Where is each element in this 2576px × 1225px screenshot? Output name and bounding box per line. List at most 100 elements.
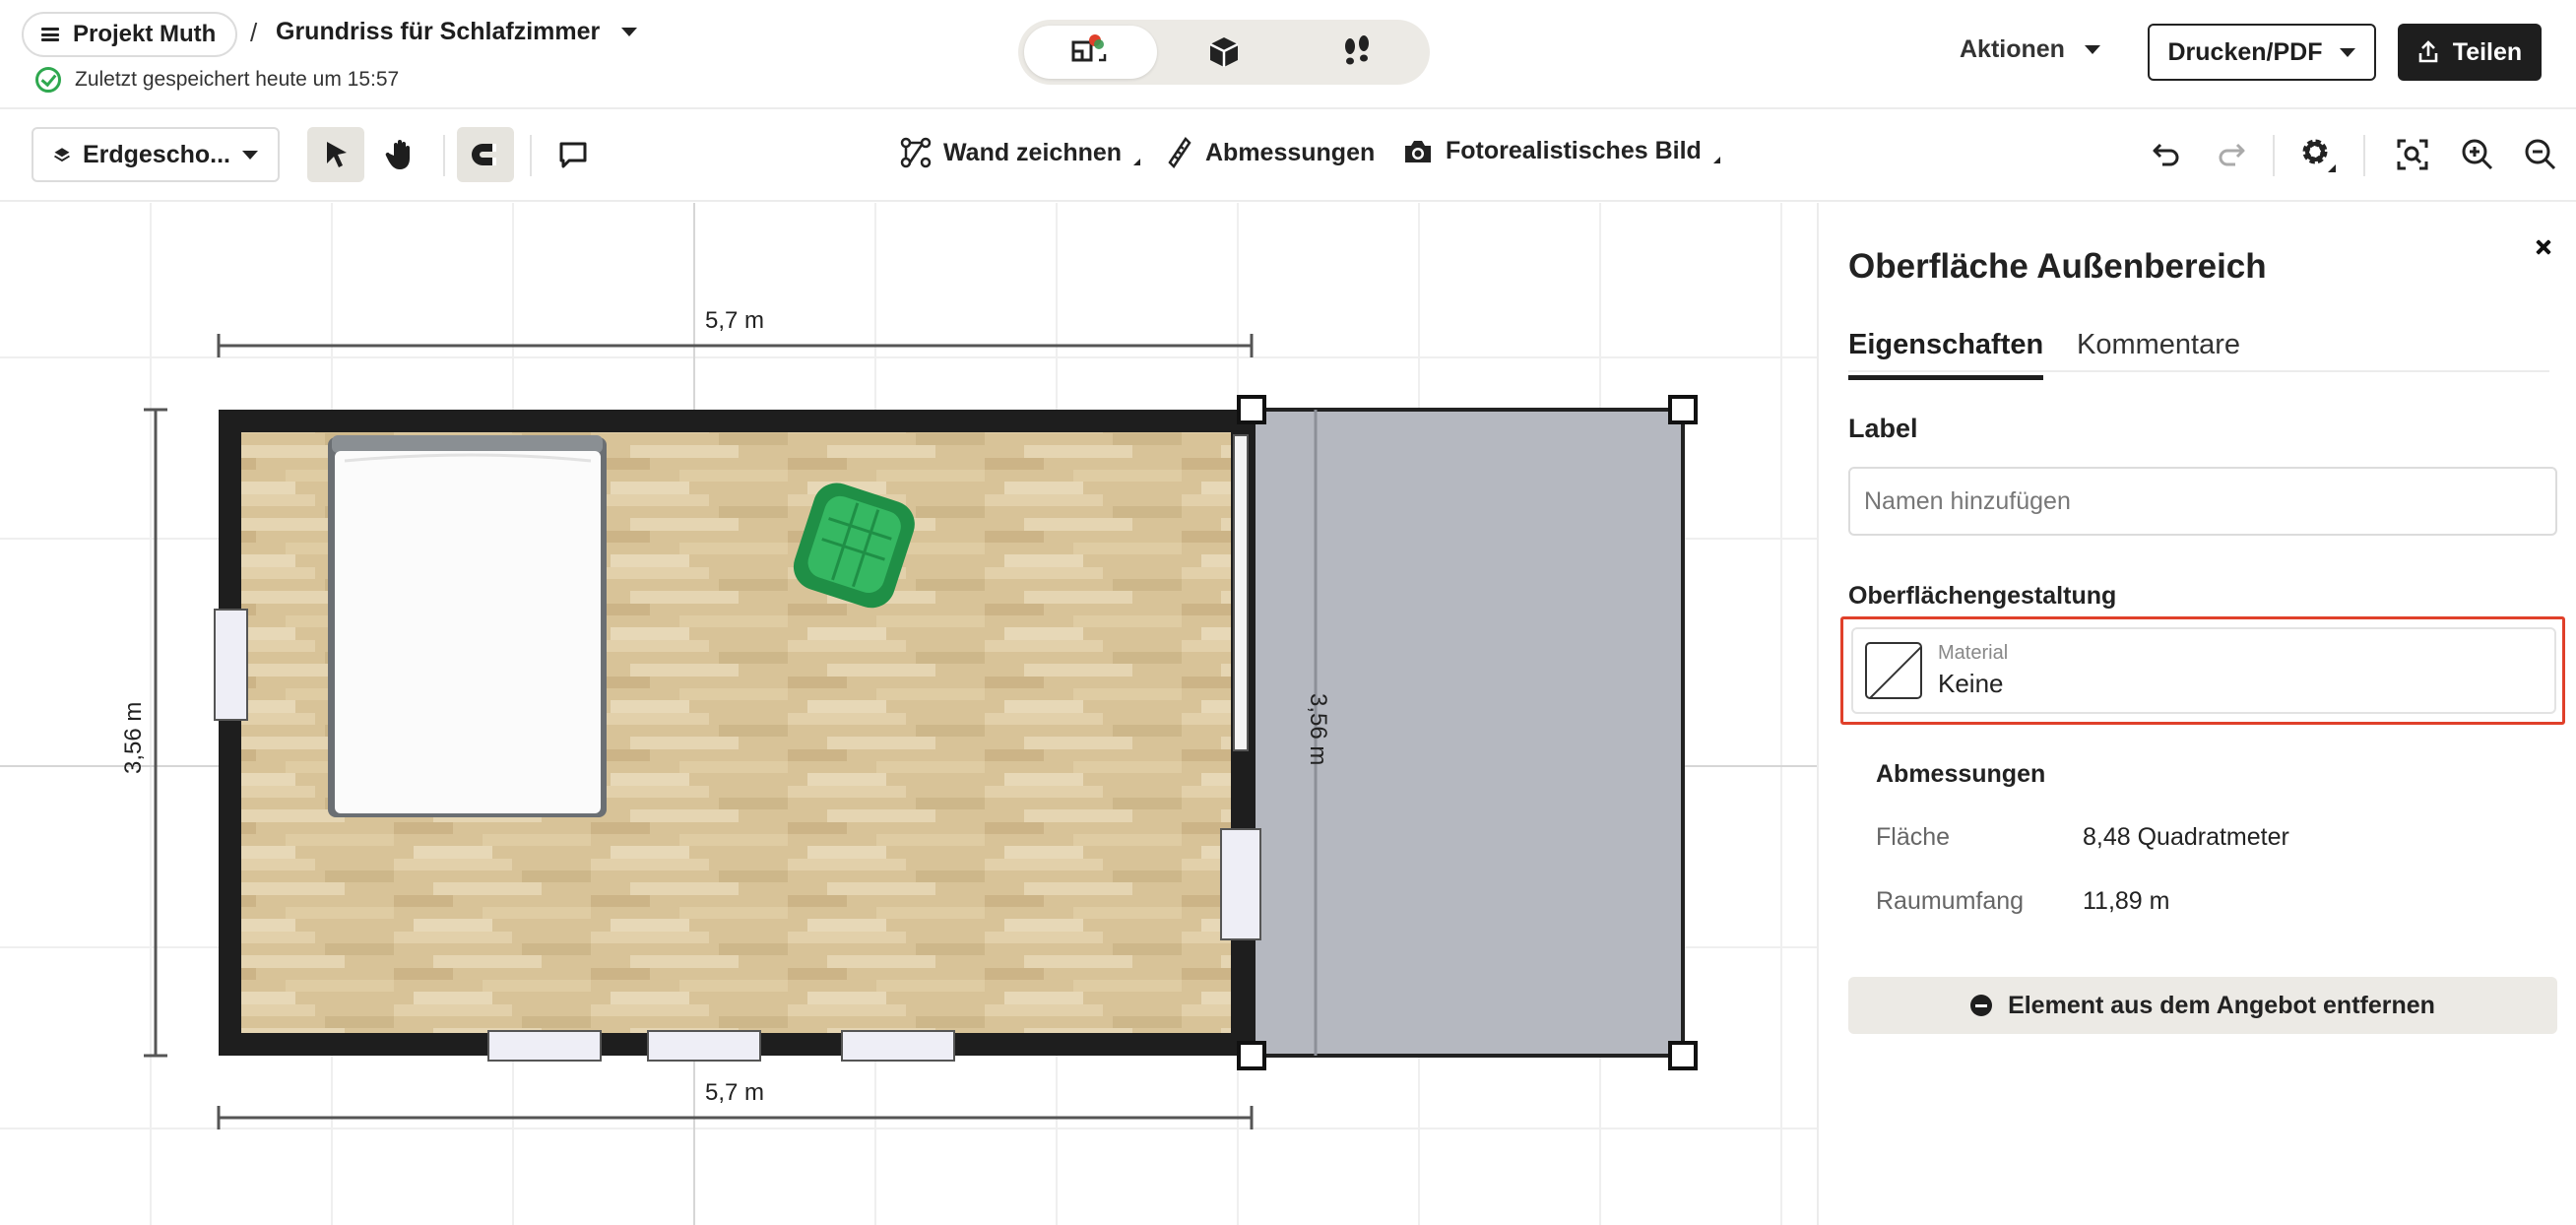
wall-draw-icon xyxy=(900,137,932,168)
undo-button[interactable] xyxy=(2145,133,2188,176)
material-highlight: Material Keine xyxy=(1840,616,2565,725)
bed xyxy=(328,435,607,817)
camera-icon xyxy=(1405,140,1431,162)
layers-icon xyxy=(54,148,70,162)
no-material-icon xyxy=(1865,642,1922,699)
actions-label: Aktionen xyxy=(1960,35,2065,63)
print-pdf-button[interactable]: Drucken/PDF xyxy=(2148,24,2376,81)
material-value: Keine xyxy=(1938,669,2004,698)
actions-menu[interactable]: Aktionen xyxy=(1960,35,2100,64)
undo-icon xyxy=(2153,143,2179,166)
photorealistic-label: Fotorealistisches Bild xyxy=(1446,137,1702,164)
chevron-down-icon xyxy=(242,150,258,160)
tab-properties[interactable]: Eigenschaften xyxy=(1848,329,2044,380)
tab-comments[interactable]: Kommentare xyxy=(2077,329,2240,375)
close-panel-icon[interactable] xyxy=(2530,232,2559,262)
hand-icon xyxy=(385,140,410,169)
draw-wall-label: Wand zeichnen xyxy=(943,138,1123,166)
zoom-fit-icon xyxy=(2397,139,2428,170)
dimension-top-label: 5,7 m xyxy=(705,307,765,334)
plan-title-dropdown[interactable]: Grundriss für Schlafzimmer xyxy=(276,18,638,46)
zoom-in-icon xyxy=(2462,139,2493,170)
window-bottom-2 xyxy=(647,1030,761,1062)
panel-tabs: Eigenschaften Kommentare xyxy=(1848,319,2549,380)
floor-selector[interactable]: Erdgescho... xyxy=(32,127,280,182)
top-header: Projekt Muth / Grundriss für Schlafzimme… xyxy=(0,0,2576,109)
share-button[interactable]: Teilen xyxy=(2398,24,2542,81)
dimensions-heading: Abmessungen xyxy=(1876,760,2046,788)
comment-tool-button[interactable] xyxy=(545,127,602,182)
window-bottom-3 xyxy=(841,1030,955,1062)
dimension-left-label: 3,56 m xyxy=(120,701,147,774)
panel-title: Oberfläche Außenbereich xyxy=(1848,247,2267,286)
floorplan-canvas[interactable]: 5,7 m 5,7 m 3,56 m 3,56 m xyxy=(0,203,1817,1225)
properties-panel: Oberfläche Außenbereich Eigenschaften Ko… xyxy=(1817,203,2576,1225)
cursor-arrow-icon xyxy=(327,142,347,167)
name-input[interactable] xyxy=(1848,467,2557,536)
zoom-in-button[interactable] xyxy=(2456,133,2499,176)
dimension-inner-label: 3,56 m xyxy=(1305,693,1331,766)
snap-magnet-button[interactable] xyxy=(457,127,514,182)
comment-icon xyxy=(559,142,587,168)
check-circle-icon xyxy=(35,67,61,93)
minus-circle-icon xyxy=(1970,995,1993,1016)
door-right xyxy=(1233,434,1249,751)
save-status-text: Zuletzt gespeichert heute um 15:57 xyxy=(75,68,400,91)
dimensions-tool-label: Abmessungen xyxy=(1205,138,1376,166)
submenu-indicator-icon xyxy=(1712,157,1720,163)
label-heading: Label xyxy=(1848,414,1918,443)
ruler-icon xyxy=(1168,137,1191,168)
remove-label: Element aus dem Angebot entfernen xyxy=(2008,991,2435,1019)
footprints-icon xyxy=(1345,35,1370,65)
floor-label: Erdgescho... xyxy=(82,140,230,168)
photorealistic-image-tool[interactable]: Fotorealistisches Bild xyxy=(1402,137,1720,165)
print-label: Drucken/PDF xyxy=(2167,37,2323,66)
gear-icon xyxy=(2302,139,2336,172)
pan-tool-button[interactable] xyxy=(372,127,429,182)
remove-from-quote-button[interactable]: Element aus dem Angebot entfernen xyxy=(1848,977,2557,1034)
select-tool-button[interactable] xyxy=(307,127,364,182)
dimension-bottom-label: 5,7 m xyxy=(705,1079,765,1106)
dimensions-tool[interactable]: Abmessungen xyxy=(1166,137,1375,168)
plan-title: Grundriss für Schlafzimmer xyxy=(276,18,601,45)
toolbar-divider xyxy=(530,135,532,176)
toolbar: Erdgescho... Wand zeichnen Abmessungen F… xyxy=(0,111,2576,202)
save-status: Zuletzt gespeichert heute um 15:57 xyxy=(35,67,399,93)
view-mode-switch xyxy=(1018,20,1430,85)
view-2d-button[interactable] xyxy=(1024,26,1158,79)
magnet-icon xyxy=(472,144,496,165)
draw-wall-tool[interactable]: Wand zeichnen xyxy=(900,137,1141,168)
share-label: Teilen xyxy=(2452,37,2523,66)
area-label: Fläche xyxy=(1876,823,1951,851)
submenu-indicator-icon xyxy=(1133,158,1141,165)
view-walkthrough-button[interactable] xyxy=(1291,26,1424,79)
material-label: Material xyxy=(1938,642,2009,664)
breadcrumb-separator: / xyxy=(250,18,258,47)
zoom-out-icon xyxy=(2525,139,2556,170)
area-value: 8,48 Quadratmeter xyxy=(2083,823,2289,851)
project-label: Projekt Muth xyxy=(73,21,217,47)
zoom-out-button[interactable] xyxy=(2519,133,2562,176)
floorplan-2d-icon xyxy=(1071,34,1106,62)
floorplan-drawing xyxy=(0,203,1817,1225)
window-bottom-1 xyxy=(487,1030,602,1062)
project-menu-button[interactable]: Projekt Muth xyxy=(22,12,238,57)
window-left xyxy=(214,609,248,721)
toolbar-divider xyxy=(2273,135,2275,176)
menu-icon xyxy=(41,28,59,41)
cube-3d-icon xyxy=(1209,37,1239,67)
view-3d-button[interactable] xyxy=(1157,26,1290,79)
fit-view-button[interactable] xyxy=(2391,133,2434,176)
chevron-down-icon xyxy=(2340,47,2356,57)
material-selector[interactable]: Material Keine xyxy=(1851,627,2556,714)
redo-button[interactable] xyxy=(2210,133,2253,176)
toolbar-divider xyxy=(2363,135,2365,176)
dimension-line-bottom xyxy=(217,1106,1254,1129)
settings-button[interactable] xyxy=(2296,133,2340,176)
area-row: Fläche 8,48 Quadratmeter xyxy=(1876,823,2289,852)
perimeter-value: 11,89 m xyxy=(2083,887,2170,915)
toolbar-divider xyxy=(443,135,445,176)
perimeter-label: Raumumfang xyxy=(1876,887,2025,915)
chevron-down-icon xyxy=(2084,45,2100,54)
window-right xyxy=(1220,828,1261,940)
